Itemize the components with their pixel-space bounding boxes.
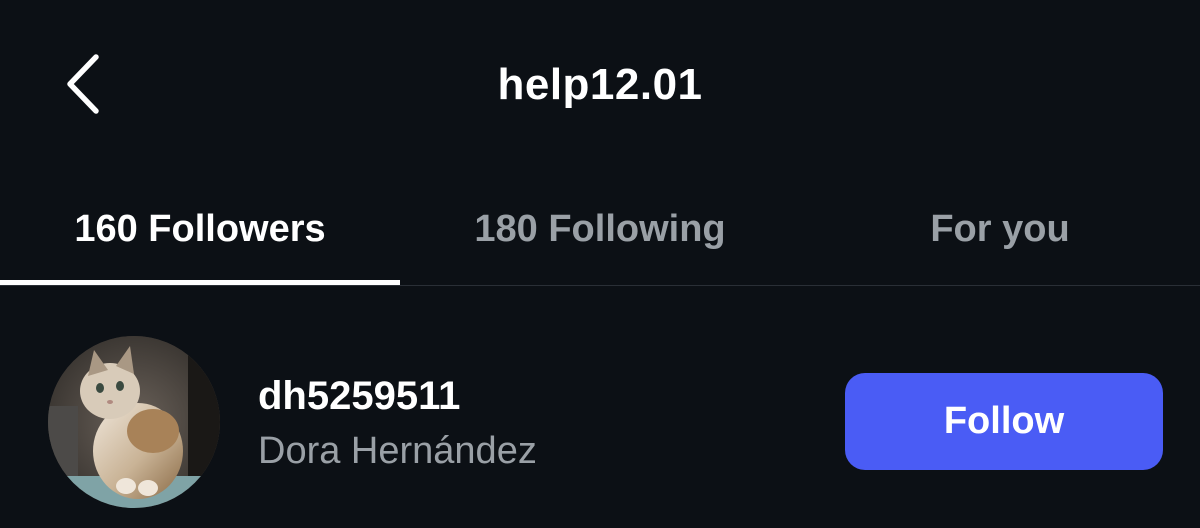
username[interactable]: dh5259511	[258, 374, 460, 419]
tab-following[interactable]: 180 Following	[400, 175, 800, 283]
cat-photo-avatar	[48, 336, 220, 508]
avatar[interactable]	[48, 336, 220, 508]
tab-bar: 160 Followers 180 Following For you	[0, 175, 1200, 287]
list-item[interactable]: dh5259511 Dora Hernández Follow	[0, 330, 1200, 510]
tab-divider	[0, 285, 1200, 286]
follow-button[interactable]: Follow	[845, 373, 1163, 470]
tab-for-you[interactable]: For you	[800, 175, 1200, 283]
active-tab-indicator	[0, 280, 400, 285]
header: help12.01	[0, 0, 1200, 175]
followers-screen: help12.01 160 Followers 180 Following Fo…	[0, 0, 1200, 528]
display-name: Dora Hernández	[258, 430, 537, 472]
page-title: help12.01	[497, 60, 703, 109]
tab-followers[interactable]: 160 Followers	[0, 175, 400, 283]
